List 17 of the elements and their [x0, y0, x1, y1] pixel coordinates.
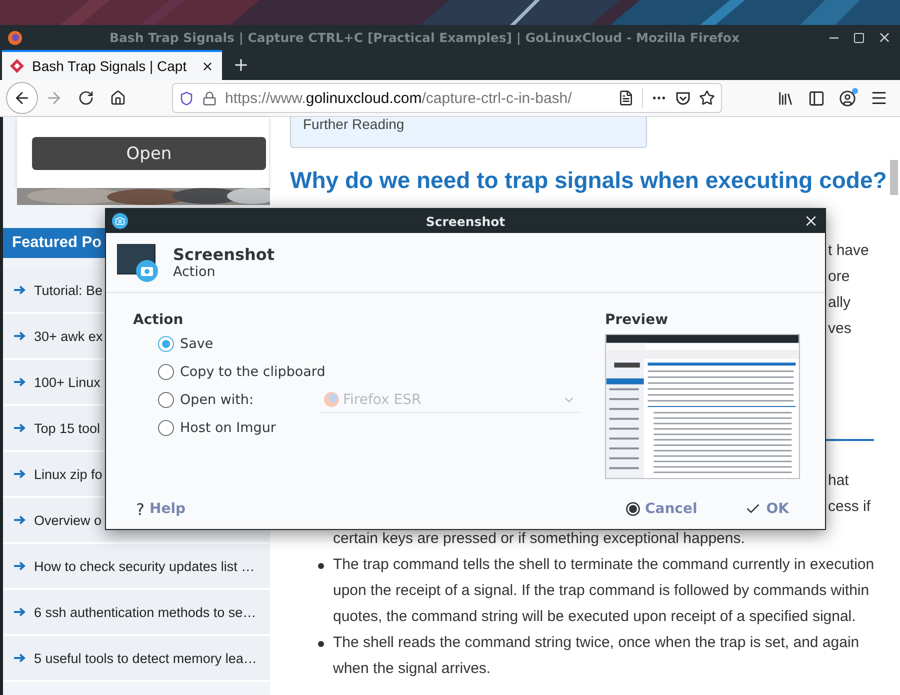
section-label: Preview — [605, 311, 670, 329]
further-reading-box: Further Reading — [290, 117, 647, 148]
paragraph-text: t have — [828, 241, 870, 261]
header-subtitle: Action — [173, 264, 216, 280]
bullet-text: The trap command tells the shell to terminate the command currently in execution upon the receipt of a signal. If the trap command is followed by commands within quotes, the command string will be executed upon receipt of a specified signal. — [333, 555, 876, 627]
paragraph-text: ves — [828, 319, 852, 339]
dialog-title: Screenshot — [424, 214, 506, 228]
window-title: Bash Trap Signals | Capture CTRL+C [Practical Examples] | GoLinuxCloud - Mozilla Firefox — [108, 30, 741, 45]
paragraph-text: certain keys are pressed or if something exceptional happens. — [332, 529, 746, 549]
bullet-text: The shell reads the command string twice, once when the trap is set, and again when the signal arrives. — [333, 633, 860, 679]
url-text: https://www.golinuxcloud.com/capture-ctrl-c-in-bash/ — [225, 90, 573, 106]
paragraph-text: ally — [828, 293, 852, 313]
paragraph-text: ore — [828, 267, 851, 287]
paragraph-text: cess if — [828, 497, 872, 517]
article-heading: Why do we need to trap signals when executing code? — [290, 166, 888, 195]
section-label: Action — [133, 311, 184, 329]
paragraph-text: hat — [828, 471, 850, 491]
